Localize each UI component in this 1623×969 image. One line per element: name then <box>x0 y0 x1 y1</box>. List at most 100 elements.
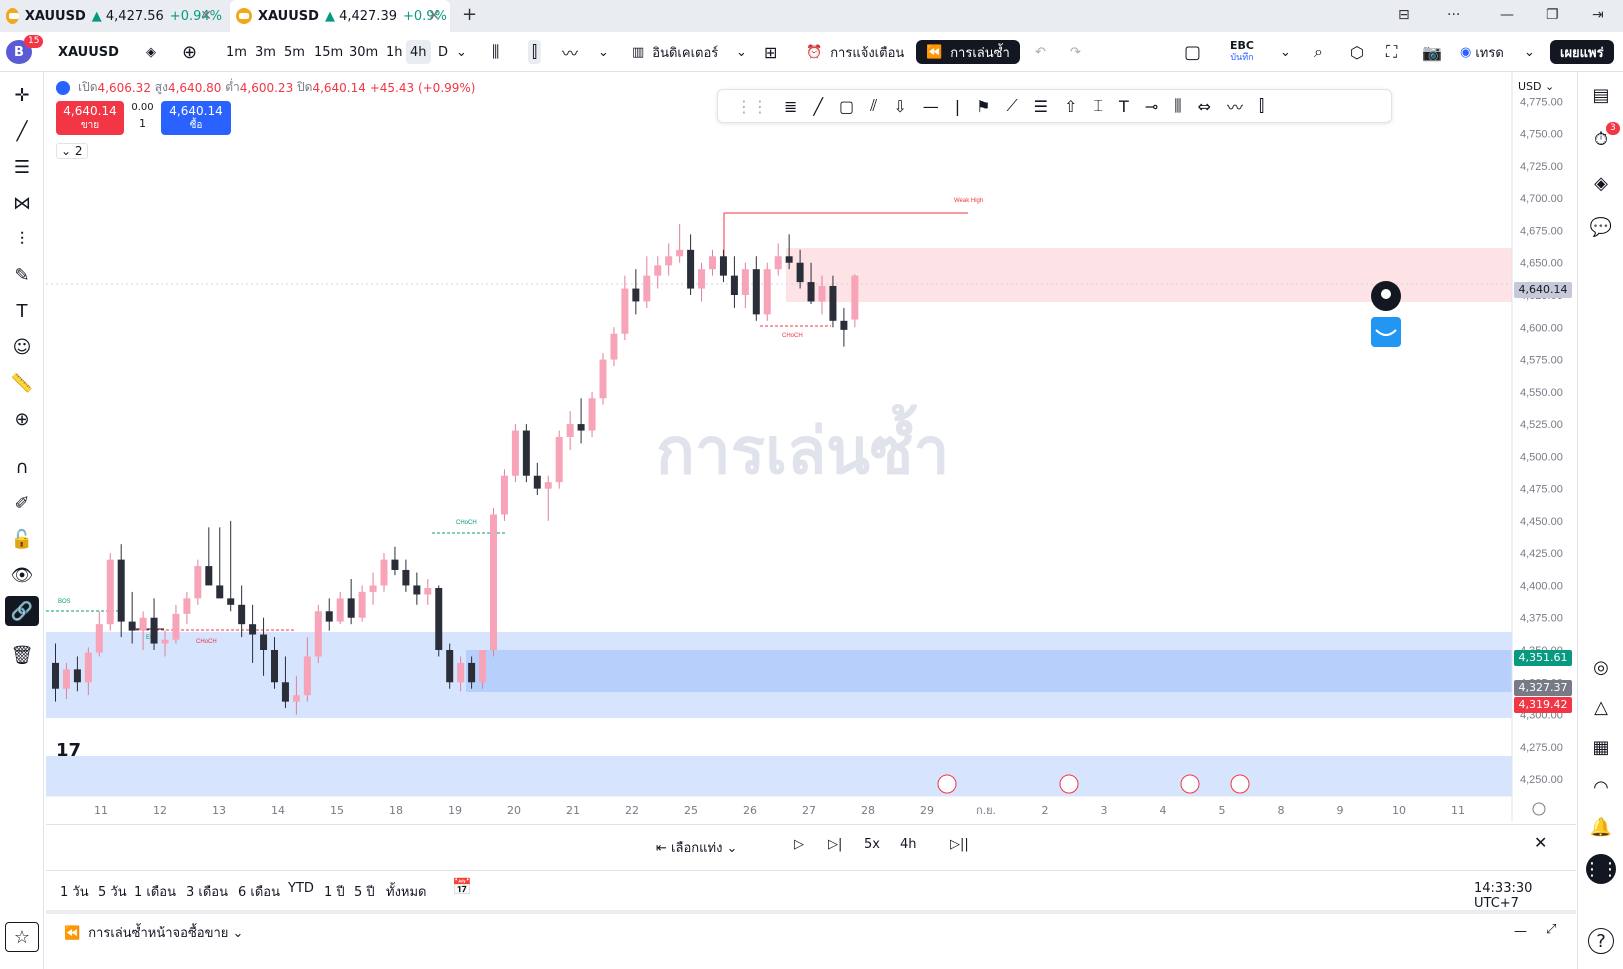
exit-icon[interactable]: ⇥ <box>1592 7 1604 23</box>
lock-icon[interactable]: 🔓 <box>5 524 39 554</box>
select-bar-button[interactable]: ⇤ เลือกแท่ง ⌄ <box>656 837 737 858</box>
ray-icon[interactable]: ⟋ <box>1006 96 1017 116</box>
replay-button[interactable]: ⏪ การเล่นซ้ำ <box>916 40 1020 64</box>
stream-icon[interactable]: ◠ <box>1586 772 1616 802</box>
layers-icon[interactable]: ◈ <box>1586 168 1616 198</box>
ideas-icon[interactable]: △ <box>1586 692 1616 722</box>
clock[interactable]: 14:33:30 UTC+7 <box>1474 881 1576 911</box>
trendline-icon[interactable]: ╱ <box>5 116 39 146</box>
horizontal-lines-icon[interactable]: ☰ <box>5 152 39 182</box>
new-tab-icon[interactable]: + <box>462 4 477 25</box>
bar-style-icon[interactable]: ⫼ <box>492 40 499 64</box>
qty-value[interactable]: 1 <box>130 117 155 130</box>
quick-search-icon[interactable]: ⌕ <box>1314 40 1323 64</box>
tab-xauusd-1[interactable]: XAUUSD ▲ 4,427.56 +0.94% ✕ <box>0 0 222 32</box>
emoji-icon[interactable]: ☺ <box>5 332 39 362</box>
currency-selector[interactable]: USD ⌄ <box>1518 80 1554 93</box>
watchlist-panel-icon[interactable]: ▤ <box>1586 80 1616 110</box>
tf-3m[interactable]: 3m <box>251 40 280 64</box>
fullscreen-icon[interactable]: ⛶ <box>1386 40 1397 64</box>
help-icon[interactable]: ? <box>1588 928 1614 954</box>
horizontal-line-icon[interactable]: — <box>923 97 939 116</box>
fib-icon[interactable]: ⫶ <box>5 224 39 254</box>
maximize-icon[interactable]: ❐ <box>1546 7 1559 23</box>
magnet-icon[interactable]: ∩ <box>5 452 39 482</box>
trash-icon[interactable]: 🗑 <box>5 640 39 670</box>
bell-icon[interactable]: 🔔 <box>1586 812 1616 842</box>
camera-icon[interactable]: 📷 <box>1422 40 1442 64</box>
apps-grid-icon[interactable]: ⋮⋮ <box>1583 854 1619 884</box>
close-replay-icon[interactable]: ✕ <box>1534 833 1547 852</box>
calendar-icon[interactable]: ▦ <box>1586 732 1616 762</box>
speed-button[interactable]: 5x <box>864 837 880 852</box>
chevron-down-icon[interactable]: ⌄ <box>1280 40 1291 64</box>
price-range-icon[interactable]: ⌶ <box>1093 96 1103 116</box>
sell-button[interactable]: 4,640.14 ขาย <box>56 101 124 135</box>
buy-button[interactable]: 4,640.14 ซื้อ <box>161 101 231 135</box>
tf-1m[interactable]: 1m <box>222 40 251 64</box>
ruler-icon[interactable]: 📏 <box>5 368 39 398</box>
layout-square-icon[interactable]: ▢ <box>1184 40 1201 64</box>
tab-xauusd-2[interactable]: XAUUSD ▲ 4,427.39 +0.9% ✕ <box>230 0 450 32</box>
link-icon[interactable]: 🔗 <box>5 596 39 626</box>
publish-button[interactable]: เผยแพร่ <box>1550 40 1614 64</box>
goto-date-icon[interactable]: 📅 <box>452 877 472 896</box>
bottom-panel-tab[interactable]: ⏪ การเล่นซ้ำหน้าจอซื้อขาย ⌄ <box>64 922 243 943</box>
step-forward-icon[interactable]: ▷| <box>828 837 842 852</box>
compare-add-icon[interactable]: ⊕ <box>182 40 197 64</box>
chevron-down-icon[interactable]: ⌄ <box>598 40 609 64</box>
undo-icon[interactable]: ↶ <box>1035 40 1046 64</box>
indicators-collapse[interactable]: ⌄ 2 <box>56 143 88 159</box>
minimize-panel-icon[interactable]: — <box>1514 924 1527 939</box>
tf-15m[interactable]: 15m <box>310 40 347 64</box>
settings-icon[interactable]: ⬡ <box>1350 40 1364 64</box>
rectangle-icon[interactable]: ▢ <box>839 97 854 116</box>
range-1y[interactable]: 1 ปี <box>324 881 345 902</box>
brush-icon[interactable]: ✎ <box>5 260 39 290</box>
parallel-channel-icon[interactable]: ⫽ <box>870 96 877 116</box>
tf-d[interactable]: D <box>434 40 452 64</box>
indicators-button[interactable]: ▥ อินดิเคเตอร์ <box>632 40 718 64</box>
flag-icon[interactable]: ⚑ <box>976 97 990 116</box>
fib-retrace-icon[interactable]: ☰ <box>1034 97 1048 116</box>
minimize-icon[interactable]: — <box>1500 7 1514 23</box>
redo-icon[interactable]: ↷ <box>1070 40 1081 64</box>
vertical-line-icon[interactable]: | <box>955 97 960 116</box>
expand-panel-icon[interactable]: ⤢ <box>1546 922 1556 937</box>
target-icon[interactable]: ◎ <box>1586 652 1616 682</box>
long-position-icon[interactable]: ≣ <box>784 97 797 116</box>
range-5y[interactable]: 5 ปี <box>354 881 375 902</box>
interval-button[interactable]: 4h <box>900 837 917 852</box>
close-tab-icon[interactable]: ✕ <box>200 8 212 24</box>
drag-handle-icon[interactable]: ⋮⋮ <box>736 97 768 116</box>
play-icon[interactable]: ▷ <box>794 837 804 852</box>
horizontal-ray-icon[interactable]: ⊸ <box>1145 97 1158 116</box>
chevron-down-icon[interactable]: ⌄ <box>736 40 747 64</box>
chat-icon[interactable]: 💬 <box>1586 212 1616 242</box>
tf-30m[interactable]: 30m <box>345 40 382 64</box>
candles-tool-icon[interactable]: ⫿ <box>1259 96 1264 116</box>
zoom-icon[interactable]: ⊕ <box>5 404 39 434</box>
line-style-icon[interactable]: 〰 <box>562 40 578 64</box>
path-icon[interactable]: 〰 <box>1227 94 1243 118</box>
watchlist-icon[interactable]: ◈ <box>146 40 156 64</box>
pattern-icon[interactable]: ⋈ <box>5 188 39 218</box>
volume-profile-icon[interactable]: ⫼ <box>1174 96 1181 116</box>
candle-style-icon[interactable]: ⫿ <box>528 40 542 64</box>
range-1m[interactable]: 1 เดือน <box>134 881 176 902</box>
templates-icon[interactable]: ⊞ <box>764 40 777 64</box>
tf-1h[interactable]: 1h <box>382 40 407 64</box>
range-3m[interactable]: 3 เดือน <box>186 881 228 902</box>
range-6m[interactable]: 6 เดือน <box>238 881 280 902</box>
crosshair-icon[interactable]: ✛ <box>5 80 39 110</box>
broker-selector[interactable]: EBC บันทึก <box>1230 40 1254 64</box>
jump-to-realtime-icon[interactable]: ▷|| <box>950 837 969 852</box>
arrow-up-icon[interactable]: ⇧ <box>1064 97 1077 116</box>
range-all[interactable]: ทั้งหมด <box>386 881 427 902</box>
text-tool-icon[interactable]: T <box>1119 97 1129 116</box>
line-tool-icon[interactable]: ╱ <box>813 97 823 116</box>
favorites-star-icon[interactable]: ☆ <box>5 922 39 952</box>
tf-5m[interactable]: 5m <box>280 40 309 64</box>
more-icon[interactable]: ··· <box>1447 7 1460 23</box>
eye-icon[interactable]: 👁 <box>5 560 39 590</box>
